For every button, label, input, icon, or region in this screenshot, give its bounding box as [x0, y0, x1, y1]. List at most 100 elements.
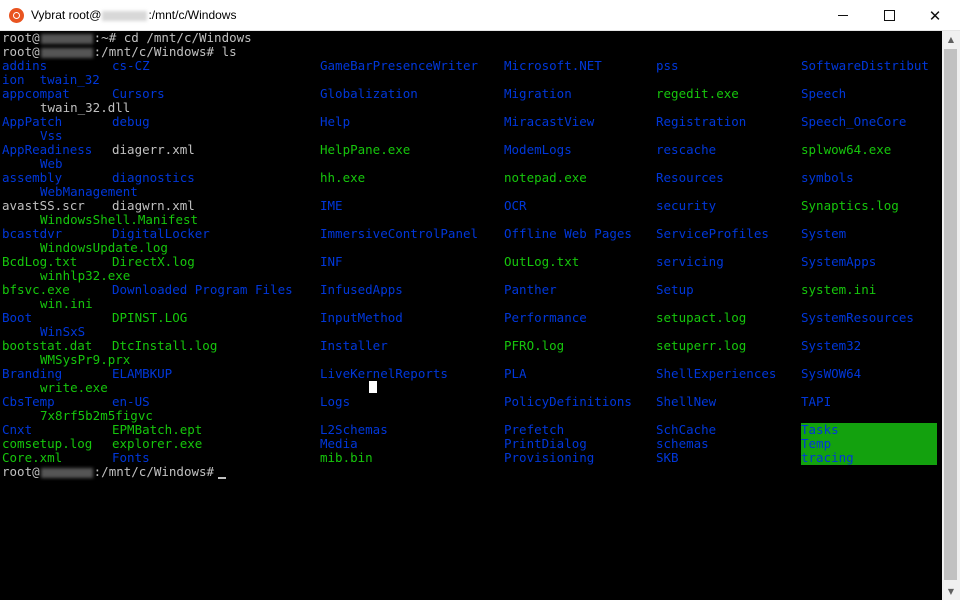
file-entry: cs-CZ: [112, 58, 150, 73]
file-entry: PLA: [504, 366, 527, 381]
file-entry: SKB: [656, 450, 679, 465]
scroll-up-arrow-icon[interactable]: ▲: [942, 31, 960, 48]
file-entry: Cnxt: [2, 422, 33, 437]
file-entry: OutLog.txt: [504, 254, 580, 269]
file-entry: bfsvc.exe: [2, 282, 70, 297]
file-entry: Fonts: [112, 450, 150, 465]
file-entry: Migration: [504, 86, 572, 101]
file-entry: winhlp32.exe: [40, 268, 131, 283]
file-entry: WebManagement: [40, 184, 138, 199]
file-entry: ShellNew: [656, 394, 717, 409]
file-entry: WindowsShell.Manifest: [40, 212, 199, 227]
file-entry: avastSS.scr: [2, 198, 85, 213]
redacted-hostname: [102, 10, 148, 21]
file-entry: SoftwareDistribut: [801, 58, 929, 73]
file-entry: ModemLogs: [504, 142, 572, 157]
file-entry: explorer.exe: [112, 436, 203, 451]
vertical-scrollbar[interactable]: ▲ ▼: [942, 31, 960, 600]
file-entry: Registration: [656, 114, 747, 129]
file-entry: Offline Web Pages: [504, 226, 632, 241]
file-entry: Resources: [656, 170, 724, 185]
prompt-path: :/mnt/c/Windows#: [93, 464, 215, 479]
file-entry: Globalization: [320, 86, 418, 101]
file-entry: assembly: [2, 170, 63, 185]
file-entry: ELAMBKUP: [112, 366, 173, 381]
terminal-output[interactable]: root@:~# cd /mnt/c/Windows root@ :/mnt/c/…: [0, 31, 942, 600]
file-entry: WindowsUpdate.log: [40, 240, 168, 255]
command-line-1: root@:~# cd /mnt/c/Windows: [2, 31, 252, 45]
file-entry: comsetup.log: [2, 436, 93, 451]
scroll-down-arrow-icon[interactable]: ▼: [942, 583, 960, 600]
file-entry: en-US: [112, 394, 150, 409]
ibeam-cursor-icon: [369, 381, 377, 393]
final-prompt-line[interactable]: root@ :/mnt/c/Windows#: [2, 464, 227, 479]
file-entry: appcompat: [2, 86, 70, 101]
file-entry: write.exe: [40, 380, 108, 395]
file-entry: addins: [2, 58, 48, 73]
title-bar[interactable]: Vybrat root@:/mnt/c/Windows ✕: [0, 0, 960, 31]
prompt-user: root@: [2, 31, 40, 45]
file-entry: CbsTemp: [2, 394, 55, 409]
file-entry: DigitalLocker: [112, 226, 210, 241]
file-entry: PrintDialog: [504, 436, 587, 451]
file-entry: L2Schemas: [320, 422, 388, 437]
file-entry: notepad.exe: [504, 170, 587, 185]
file-entry: regedit.exe: [656, 86, 739, 101]
file-entry: Setup: [656, 282, 694, 297]
file-entry: ShellExperiences: [656, 366, 777, 381]
file-entry: Provisioning: [504, 450, 595, 465]
maximize-button[interactable]: [866, 0, 912, 31]
file-entry: bootstat.dat: [2, 338, 93, 353]
file-entry: SystemApps: [801, 254, 877, 269]
file-entry: Microsoft.NET: [504, 58, 602, 73]
file-entry: EPMBatch.ept: [112, 422, 203, 437]
title-prefix: Vybrat root@: [31, 8, 102, 22]
file-entry: Help: [320, 114, 351, 129]
file-entry: splwow64.exe: [801, 142, 892, 157]
close-button[interactable]: ✕: [912, 0, 958, 31]
file-entry: setuperr.log: [656, 338, 747, 353]
close-icon: ✕: [928, 6, 942, 25]
file-entry: hh.exe: [320, 170, 366, 185]
file-entry: Prefetch: [504, 422, 565, 437]
ubuntu-icon: [9, 8, 24, 23]
file-entry: Boot: [2, 310, 33, 325]
file-entry: PolicyDefinitions: [504, 394, 632, 409]
scrollbar-thumb[interactable]: [944, 49, 957, 580]
file-entry: Installer: [320, 338, 388, 353]
window-title: Vybrat root@:/mnt/c/Windows: [31, 8, 236, 22]
file-entry: tracing: [801, 451, 937, 465]
file-entry: InputMethod: [320, 310, 403, 325]
file-entry: Speech: [801, 86, 847, 101]
file-entry: AppPatch: [2, 114, 63, 129]
file-entry: MiracastView: [504, 114, 595, 129]
file-entry: twain_32.dll: [40, 100, 131, 115]
redacted-hostname: [40, 47, 93, 58]
file-entry: win.ini: [40, 296, 93, 311]
file-entry: Branding: [2, 366, 63, 381]
minimize-button[interactable]: [820, 0, 866, 31]
file-entry: security: [656, 198, 717, 213]
file-entry: bcastdvr: [2, 226, 63, 241]
file-entry: Speech_OneCore: [801, 114, 907, 129]
file-entry: Logs: [320, 394, 351, 409]
file-entry: Synaptics.log: [801, 198, 899, 213]
file-entry: diagerr.xml: [112, 142, 195, 157]
file-entry: ServiceProfiles: [656, 226, 769, 241]
file-entry: DPINST.LOG: [112, 310, 188, 325]
file-entry: ion twain_32: [2, 72, 100, 87]
file-entry: DtcInstall.log: [112, 338, 218, 353]
file-entry: GameBarPresenceWriter: [320, 58, 479, 73]
file-entry: System: [801, 226, 847, 241]
file-entry: schemas: [656, 436, 709, 451]
file-entry: OCR: [504, 198, 527, 213]
redacted-hostname: [40, 467, 93, 478]
file-entry: WMSysPr9.prx: [40, 352, 131, 367]
file-entry: INF: [320, 254, 343, 269]
file-entry: Tasks: [801, 423, 937, 437]
prompt-user: root@: [2, 464, 40, 479]
file-entry: diagwrn.xml: [112, 198, 195, 213]
file-entry: IME: [320, 198, 343, 213]
file-entry: debug: [112, 114, 150, 129]
file-entry: Media: [320, 436, 358, 451]
